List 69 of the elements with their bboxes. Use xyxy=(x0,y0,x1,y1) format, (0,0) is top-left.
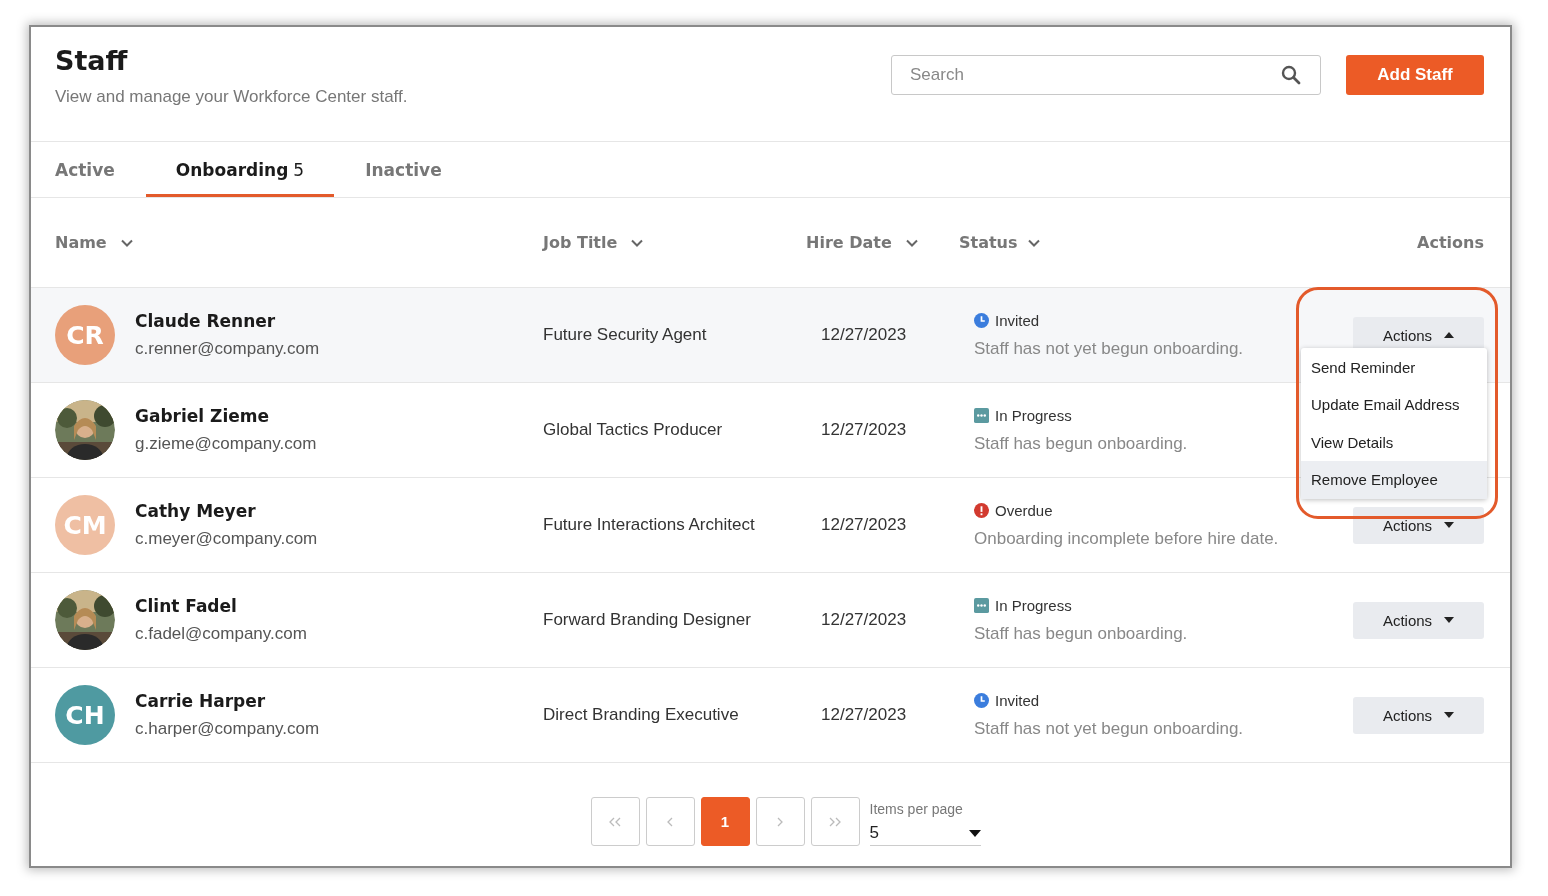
chevron-down-icon xyxy=(905,238,918,247)
hire-date: 12/27/2023 xyxy=(821,325,907,344)
column-header[interactable]: Status xyxy=(959,233,1040,252)
caret-icon xyxy=(968,829,981,837)
caret-icon xyxy=(1444,617,1455,623)
avatar: CM xyxy=(55,495,115,555)
staff-email: c.renner@company.com xyxy=(135,339,320,359)
column-header: Actions xyxy=(1417,233,1484,252)
items-per-page-select[interactable]: 5 xyxy=(869,823,981,846)
menu-item[interactable]: View Details xyxy=(1301,423,1487,461)
job-title: Global Tactics Producer xyxy=(543,420,723,439)
menu-item[interactable]: Remove Employee xyxy=(1301,461,1487,499)
double-chevron-right-icon xyxy=(829,816,841,827)
previous-page-button[interactable] xyxy=(645,797,695,846)
chevron-down-icon xyxy=(120,238,133,247)
chevron-left-icon xyxy=(667,816,673,827)
caret-icon xyxy=(1444,332,1455,338)
chevron-down-icon xyxy=(1027,238,1040,247)
items-per-page-label: Items per page xyxy=(869,801,964,817)
first-page-button[interactable] xyxy=(590,797,640,846)
status-note: Staff has begun onboarding. xyxy=(974,433,1189,454)
actions-button[interactable]: Actions xyxy=(1353,601,1484,639)
hire-date: 12/27/2023 xyxy=(821,420,907,439)
job-title: Direct Branding Executive xyxy=(543,705,739,724)
status-note: Staff has begun onboarding. xyxy=(974,623,1189,644)
hire-date: 12/27/2023 xyxy=(821,610,907,629)
caret-icon xyxy=(1444,522,1455,528)
status-label: Overdue xyxy=(995,501,1053,519)
menu-item[interactable]: Update Email Address xyxy=(1301,386,1487,424)
avatar: CH xyxy=(55,685,115,745)
status-label: In Progress xyxy=(995,406,1072,424)
double-chevron-left-icon xyxy=(609,816,621,827)
chevron-right-icon xyxy=(777,816,783,827)
staff-name: Cathy Meyer xyxy=(135,501,257,521)
staff-email: c.fadel@company.com xyxy=(135,624,307,644)
search-icon xyxy=(1281,65,1301,85)
staff-name: Gabriel Zieme xyxy=(135,406,270,426)
job-title: Future Security Agent xyxy=(543,325,707,344)
column-header[interactable]: Hire Date xyxy=(806,233,918,252)
status-label: Invited xyxy=(995,311,1040,329)
staff-email: g.zieme@company.com xyxy=(135,434,317,454)
caret-icon xyxy=(1444,712,1455,718)
status-label: In Progress xyxy=(995,596,1072,614)
column-header[interactable]: Job Title xyxy=(543,233,644,252)
hire-date: 12/27/2023 xyxy=(821,515,907,534)
staff-name: Carrie Harper xyxy=(135,691,267,711)
page-subtitle: View and manage your Workforce Center staff. xyxy=(55,87,409,107)
actions-button[interactable]: Actions xyxy=(1353,696,1484,734)
next-page-button[interactable] xyxy=(755,797,805,846)
last-page-button[interactable] xyxy=(810,797,860,846)
status-label: Invited xyxy=(995,691,1040,709)
page-title: Staff xyxy=(55,45,129,76)
column-header[interactable]: Name xyxy=(55,233,133,252)
tab[interactable]: Onboarding 5 xyxy=(145,142,335,197)
staff-email: c.meyer@company.com xyxy=(135,529,318,549)
status-note: Staff has not yet begun onboarding. xyxy=(974,718,1245,739)
tab[interactable]: Active xyxy=(55,142,115,197)
search-field[interactable]: Search xyxy=(891,55,1321,95)
staff-email: c.harper@company.com xyxy=(135,719,320,739)
tab[interactable]: Inactive xyxy=(365,142,442,197)
hire-date: 12/27/2023 xyxy=(821,705,907,724)
avatar: CR xyxy=(55,305,115,365)
staff-name: Clint Fadel xyxy=(135,596,238,616)
job-title: Forward Branding Designer xyxy=(543,610,751,629)
staff-name: Claude Renner xyxy=(135,311,277,331)
chevron-down-icon xyxy=(631,238,644,247)
job-title: Future Interactions Architect xyxy=(543,515,755,534)
status-note: Onboarding incomplete before hire date. xyxy=(974,528,1280,549)
status-note: Staff has not yet begun onboarding. xyxy=(974,338,1245,359)
